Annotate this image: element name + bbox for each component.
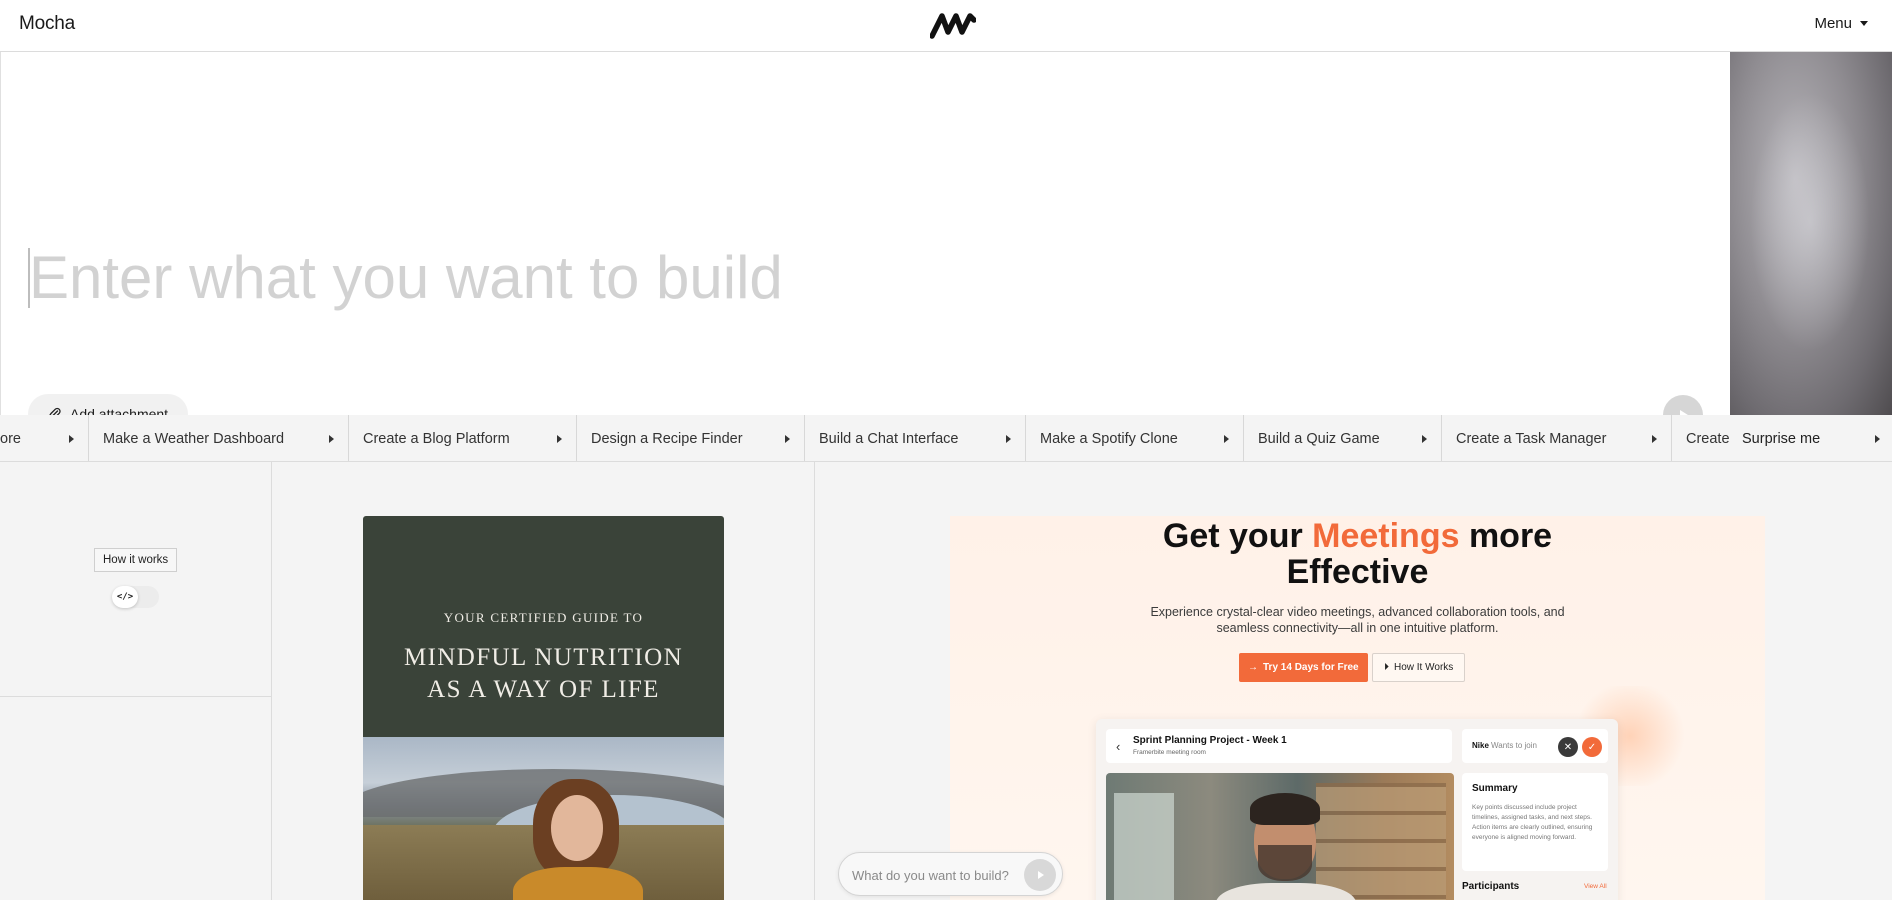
view-all-link[interactable]: View All [1584,883,1607,890]
project-bar: ‹ Sprint Planning Project - Week 1 Frame… [1106,729,1452,763]
suggestion-chip[interactable]: Create a Blog Platform [349,415,577,461]
meetings-landing-card[interactable]: Get your Meetings more Effective Experie… [950,516,1765,900]
suggestion-chip[interactable]: Build a Quiz Game [1244,415,1442,461]
meetings-headline: Get your Meetings more Effective [1162,517,1553,591]
build-prompt-input[interactable] [29,222,1429,332]
suggestion-chip[interactable]: Design a Recipe Finder [577,415,805,461]
page: Mocha Menu Add attachment ore Make a Wea… [0,0,1892,900]
book-title-line1: MINDFUL NUTRITION [403,644,684,671]
woman-landscape-photo [363,737,724,900]
play-icon [557,434,562,443]
join-request: Nike Wants to join ✕ ✓ [1462,729,1608,763]
how-it-works-link[interactable]: ⏵ How It Works [1372,653,1466,682]
menu-label: Menu [1814,15,1852,32]
play-icon [1422,434,1427,443]
play-circle-icon: ⏵ [1384,662,1389,673]
brand-name[interactable]: Mocha [19,13,75,35]
top-header: Mocha Menu [0,0,1892,52]
code-icon: </> [112,586,138,608]
nutrition-guide-card[interactable]: YOUR CERTIFIED GUIDE TO MINDFUL NUTRITIO… [363,516,724,900]
surprise-me-button[interactable]: Surprise me [1730,415,1892,461]
play-icon [69,434,74,443]
participants-label: Participants [1462,881,1520,892]
play-icon [1875,434,1880,443]
book-kicker: YOUR CERTIFIED GUIDE TO [443,610,644,625]
mocha-logo-icon[interactable] [930,10,976,40]
mini-send-button[interactable] [1024,859,1056,891]
divider [814,462,815,900]
check-icon[interactable]: ✓ [1582,737,1602,757]
free-trial-button[interactable]: → Try 14 Days for Free [1239,653,1368,682]
play-icon [785,434,790,443]
menu-button[interactable]: Menu [1814,15,1868,32]
play-icon [1224,434,1229,443]
play-icon [1652,434,1657,443]
book-title-line2: AS A WAY OF LIFE [427,676,660,703]
mini-build-input[interactable] [852,865,1012,885]
suggestion-chip[interactable]: Build a Chat Interface [805,415,1026,461]
divider [0,696,271,697]
prompt-panel: Add attachment [0,52,1730,435]
floating-prompt [838,852,1063,896]
play-icon [1006,434,1011,443]
suggestion-chip[interactable]: Create a Task Manager [1442,415,1672,461]
suggestion-chip[interactable]: Make a Spotify Clone [1026,415,1244,461]
arrow-right-icon: → [1248,662,1258,673]
chevron-left-icon[interactable]: ‹ [1116,739,1120,754]
meetings-subtitle: Experience crystal-clear video meetings,… [1150,605,1565,635]
play-icon [329,434,334,443]
example-gallery: How it works </> YOUR CERTIFIED GUIDE TO… [0,462,1892,900]
suggestion-chip[interactable]: ore [0,415,89,461]
suggestion-chip[interactable]: Make a Weather Dashboard [89,415,349,461]
book-cover: YOUR CERTIFIED GUIDE TO MINDFUL NUTRITIO… [363,516,724,737]
summary-panel: Summary Key points discussed include pro… [1462,773,1608,871]
close-icon[interactable]: ✕ [1558,737,1578,757]
divider [271,462,272,900]
caret-down-icon [1860,21,1868,26]
video-feed [1106,773,1454,900]
side-preview-image [1730,52,1892,415]
how-it-works-button[interactable]: How it works [94,548,178,572]
code-view-toggle[interactable]: </> [112,586,159,608]
meeting-app-preview: ‹ Sprint Planning Project - Week 1 Frame… [1096,719,1618,900]
play-icon [1038,871,1044,879]
suggestion-strip: ore Make a Weather Dashboard Create a Bl… [0,415,1892,462]
